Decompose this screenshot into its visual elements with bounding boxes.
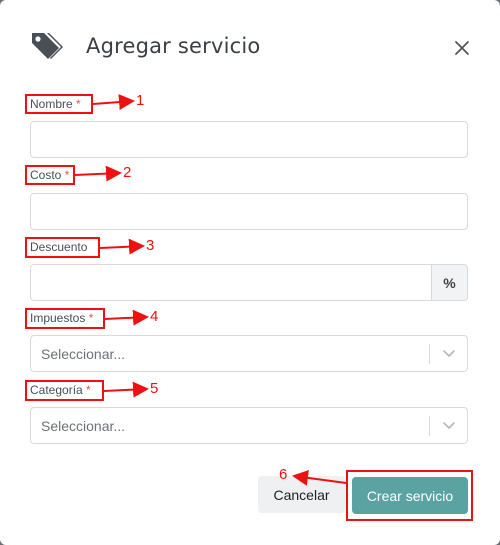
cancel-button[interactable]: Cancelar xyxy=(258,476,345,513)
select-separator xyxy=(429,416,430,436)
impuestos-label-text: Impuestos xyxy=(30,311,86,325)
impuestos-placeholder: Seleccionar... xyxy=(41,346,126,362)
categoria-placeholder: Seleccionar... xyxy=(41,418,126,434)
categoria-label-text: Categoría xyxy=(30,383,83,397)
chevron-down-icon[interactable] xyxy=(442,420,456,432)
descuento-label: Descuento xyxy=(30,240,87,254)
dialog-header: Agregar servicio xyxy=(0,0,500,80)
impuestos-label: Impuestos * xyxy=(30,311,93,325)
close-icon[interactable] xyxy=(451,37,473,59)
costo-input[interactable] xyxy=(30,193,468,230)
costo-label-text: Costo xyxy=(30,168,62,182)
required-mark: * xyxy=(88,311,94,325)
required-mark: * xyxy=(86,383,91,397)
impuestos-select[interactable]: Seleccionar... xyxy=(30,335,468,372)
categoria-select[interactable]: Seleccionar... xyxy=(30,407,468,444)
required-mark: * xyxy=(64,168,70,182)
nombre-label-text: Nombre xyxy=(30,97,73,111)
nombre-label: Nombre * xyxy=(30,97,81,111)
descuento-input[interactable] xyxy=(31,265,431,300)
percent-addon: % xyxy=(431,265,467,300)
add-service-dialog: Agregar servicio Nombre * Costo * Descue… xyxy=(0,0,500,545)
tags-icon xyxy=(32,33,63,59)
select-separator xyxy=(429,344,430,364)
required-mark: * xyxy=(76,97,81,111)
create-service-button[interactable]: Crear servicio xyxy=(352,477,468,514)
costo-label: Costo * xyxy=(30,168,69,182)
descuento-input-group: % xyxy=(30,264,468,301)
descuento-label-text: Descuento xyxy=(30,240,88,254)
chevron-down-icon[interactable] xyxy=(442,348,456,360)
dialog-title: Agregar servicio xyxy=(86,34,261,58)
categoria-label: Categoría * xyxy=(30,383,91,397)
nombre-input[interactable] xyxy=(30,121,468,158)
